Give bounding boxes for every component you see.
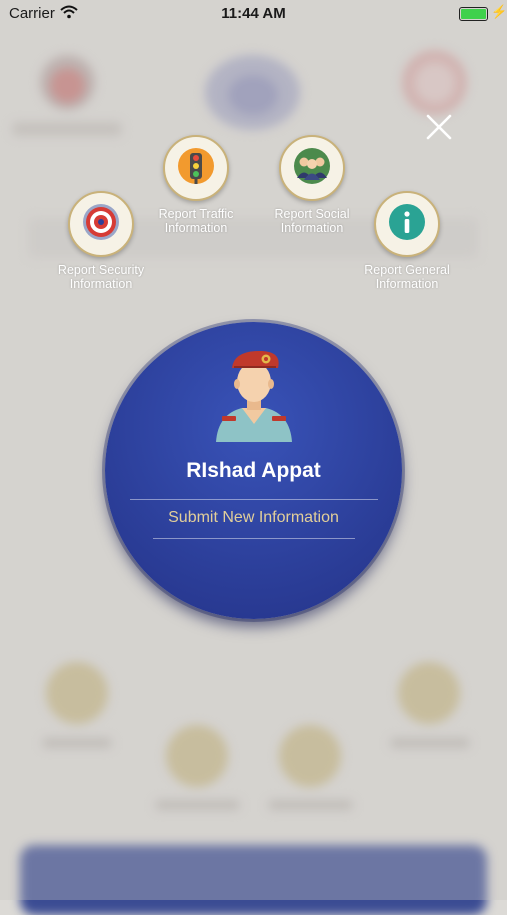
report-option-label: Report General Information: [364, 263, 450, 291]
submit-new-information-button[interactable]: Submit New Information: [105, 509, 402, 527]
report-option-label: Report Security Information: [57, 263, 145, 291]
close-button[interactable]: [422, 110, 456, 144]
battery-icon: [459, 7, 488, 21]
divider: [130, 499, 378, 500]
close-icon: [426, 114, 452, 140]
officer-avatar-icon: [216, 350, 292, 442]
report-option-circle: [279, 135, 345, 201]
report-option-label: Report Traffic Information: [158, 207, 234, 235]
report-general-button[interactable]: Report General Information: [342, 191, 472, 291]
clock: 11:44 AM: [221, 5, 286, 22]
report-option-circle: [68, 191, 134, 257]
report-option-circle: [374, 191, 440, 257]
people-group-icon: [292, 146, 332, 191]
profile-circle: RIshad Appat Submit New Information: [105, 322, 402, 619]
traffic-light-icon: [176, 146, 216, 191]
info-icon: [387, 202, 427, 247]
charging-bolt-icon: ⚡: [491, 4, 507, 19]
status-bar: Carrier 11:44 AM ⚡: [0, 0, 507, 28]
avatar: [212, 342, 296, 442]
target-icon: [81, 202, 121, 247]
user-name: RIshad Appat: [186, 459, 321, 482]
divider: [153, 538, 355, 539]
report-traffic-button[interactable]: Report Traffic Information: [131, 135, 261, 235]
report-option-circle: [163, 135, 229, 201]
